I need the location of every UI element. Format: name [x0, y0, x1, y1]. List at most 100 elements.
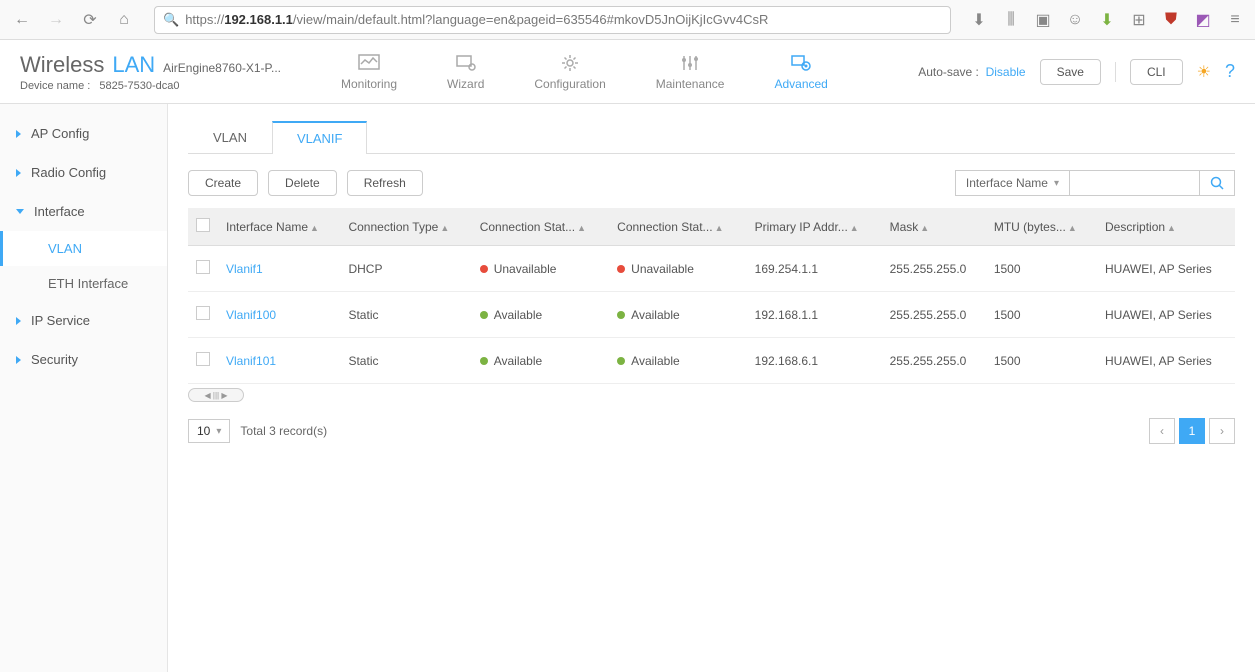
divider: [1115, 62, 1116, 82]
status-dot-icon: [480, 265, 488, 273]
interface-link[interactable]: Vlanif101: [226, 354, 276, 368]
cell-mtu: 1500: [986, 292, 1097, 338]
col-mtu[interactable]: MTU (bytes...▲: [986, 208, 1097, 246]
sidebar-item-eth[interactable]: ETH Interface: [0, 266, 167, 301]
cell-mask: 255.255.255.0: [882, 292, 986, 338]
cli-button[interactable]: CLI: [1130, 59, 1183, 85]
tab-vlanif[interactable]: VLANIF: [272, 121, 368, 154]
ublock-icon[interactable]: ⛊: [1159, 6, 1183, 34]
col-connection-type[interactable]: Connection Type▲: [340, 208, 471, 246]
browser-bar: ← → ⟳ ⌂ 🔍 https://192.168.1.1/view/main/…: [0, 0, 1255, 40]
configuration-icon: [558, 53, 582, 73]
interface-link[interactable]: Vlanif100: [226, 308, 276, 322]
nav-monitoring[interactable]: Monitoring: [331, 53, 407, 91]
ext1-icon[interactable]: ⬇: [1095, 6, 1119, 34]
notification-icon[interactable]: ☀: [1197, 62, 1211, 82]
status-dot-icon: [480, 311, 488, 319]
device-model: AirEngine8760-X1-P...: [163, 61, 281, 75]
brand-lan: LAN: [112, 52, 155, 78]
download-icon[interactable]: ⬇: [967, 6, 991, 34]
refresh-button[interactable]: Refresh: [347, 170, 423, 196]
sidebar-item-security[interactable]: Security: [0, 340, 167, 379]
cell-ip: 192.168.1.1: [747, 292, 882, 338]
reload-icon[interactable]: ⟳: [76, 6, 104, 34]
col-mask[interactable]: Mask▲: [882, 208, 986, 246]
url-bar[interactable]: 🔍 https://192.168.1.1/view/main/default.…: [154, 6, 951, 34]
reader-icon[interactable]: ▣: [1031, 6, 1055, 34]
search-icon: [1210, 176, 1224, 190]
col-primary-ip[interactable]: Primary IP Addr...▲: [747, 208, 882, 246]
row-checkbox[interactable]: [196, 260, 210, 274]
horizontal-scroller[interactable]: ◀ ||| ▶: [188, 388, 244, 402]
menu-icon[interactable]: ≡: [1223, 6, 1247, 34]
app-header: Wireless LAN AirEngine8760-X1-P... Devic…: [0, 40, 1255, 104]
cell-status1: Available: [472, 338, 609, 384]
maintenance-icon: [678, 53, 702, 73]
cell-status2: Unavailable: [609, 246, 746, 292]
autosave: Auto-save : Disable: [918, 65, 1025, 79]
toolbar: Create Delete Refresh Interface Name: [188, 170, 1235, 196]
page-prev[interactable]: ‹: [1149, 418, 1175, 444]
library-icon[interactable]: ⫼: [999, 6, 1023, 34]
wizard-icon: [454, 53, 478, 73]
save-button[interactable]: Save: [1040, 59, 1101, 85]
cell-type: Static: [340, 338, 471, 384]
cell-type: Static: [340, 292, 471, 338]
brand-wireless: Wireless: [20, 52, 104, 78]
sidebar-item-interface[interactable]: Interface: [0, 192, 167, 231]
nav-advanced[interactable]: Advanced: [764, 53, 837, 91]
cell-ip: 192.168.6.1: [747, 338, 882, 384]
home-icon[interactable]: ⌂: [110, 6, 138, 34]
ext2-icon[interactable]: ⊞: [1127, 6, 1151, 34]
account-icon[interactable]: ☺: [1063, 6, 1087, 34]
search-input[interactable]: [1070, 170, 1200, 196]
sidebar: AP Config Radio Config Interface VLAN ET…: [0, 104, 168, 672]
col-connection-status-1[interactable]: Connection Stat...▲: [472, 208, 609, 246]
back-icon[interactable]: ←: [8, 6, 36, 34]
vlanif-table: Interface Name▲ Connection Type▲ Connect…: [188, 208, 1235, 384]
sidebar-item-ip-service[interactable]: IP Service: [0, 301, 167, 340]
sidebar-item-ap-config[interactable]: AP Config: [0, 114, 167, 153]
nav-wizard[interactable]: Wizard: [437, 53, 494, 91]
table-row: Vlanif101StaticAvailableAvailable192.168…: [188, 338, 1235, 384]
nav-configuration[interactable]: Configuration: [524, 53, 615, 91]
cell-mask: 255.255.255.0: [882, 246, 986, 292]
col-connection-status-2[interactable]: Connection Stat...▲: [609, 208, 746, 246]
cell-status2: Available: [609, 292, 746, 338]
page-size-select[interactable]: 10: [188, 419, 230, 443]
cell-mtu: 1500: [986, 338, 1097, 384]
nav-maintenance[interactable]: Maintenance: [646, 53, 735, 91]
status-dot-icon: [617, 311, 625, 319]
main-nav: Monitoring Wizard Configuration Maintena…: [331, 53, 838, 91]
table-row: Vlanif100StaticAvailableAvailable192.168…: [188, 292, 1235, 338]
select-all-checkbox[interactable]: [196, 218, 210, 232]
search-button[interactable]: [1200, 170, 1235, 196]
filter-field-select[interactable]: Interface Name: [955, 170, 1070, 196]
autosave-disable-link[interactable]: Disable: [986, 65, 1026, 79]
record-count: Total 3 record(s): [240, 424, 327, 438]
interface-link[interactable]: Vlanif1: [226, 262, 263, 276]
page-current[interactable]: 1: [1179, 418, 1205, 444]
advanced-icon: [789, 53, 813, 73]
table-row: Vlanif1DHCPUnavailableUnavailable169.254…: [188, 246, 1235, 292]
col-description[interactable]: Description▲: [1097, 208, 1235, 246]
cell-type: DHCP: [340, 246, 471, 292]
ext3-icon[interactable]: ◩: [1191, 6, 1215, 34]
delete-button[interactable]: Delete: [268, 170, 337, 196]
sidebar-item-radio-config[interactable]: Radio Config: [0, 153, 167, 192]
page-next[interactable]: ›: [1209, 418, 1235, 444]
cell-status1: Available: [472, 292, 609, 338]
row-checkbox[interactable]: [196, 306, 210, 320]
cell-mtu: 1500: [986, 246, 1097, 292]
sidebar-item-vlan[interactable]: VLAN: [0, 231, 167, 266]
col-interface-name[interactable]: Interface Name▲: [218, 208, 340, 246]
tab-vlan[interactable]: VLAN: [188, 121, 272, 154]
device-name-label: Device name :: [20, 80, 90, 92]
device-name: 5825-7530-dca0: [99, 80, 179, 92]
cell-status2: Available: [609, 338, 746, 384]
create-button[interactable]: Create: [188, 170, 258, 196]
help-icon[interactable]: ?: [1225, 61, 1235, 82]
forward-icon[interactable]: →: [42, 6, 70, 34]
row-checkbox[interactable]: [196, 352, 210, 366]
status-dot-icon: [617, 357, 625, 365]
